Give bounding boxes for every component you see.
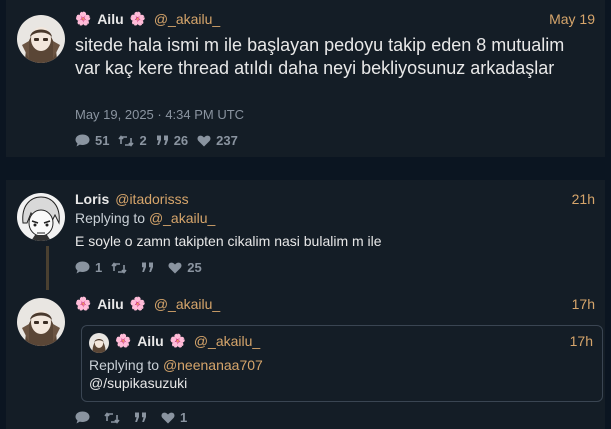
tweet-stats: 51 2 26 237 [75, 133, 247, 148]
reply-stat[interactable]: 1 [75, 260, 102, 275]
retweet-stat[interactable] [104, 411, 125, 424]
tweet-header: Loris @itadorisss [75, 191, 189, 207]
like-count: 237 [216, 133, 238, 148]
quote-icon [135, 412, 146, 422]
quote-stat[interactable] [134, 412, 152, 423]
retweet-icon [118, 134, 135, 147]
replying-to: Replying to @neenanaa707 [89, 357, 263, 373]
user-handle[interactable]: @_akailu_ [154, 296, 220, 312]
tweet-header: 🌸 Ailu 🌸 @_akailu_ [75, 296, 220, 312]
flower-emoji: 🌸 [169, 333, 186, 348]
quoted-header: 🌸 Ailu 🌸 @_akailu_ [115, 333, 260, 349]
tweet-date[interactable]: 17h [570, 333, 593, 349]
avatar[interactable] [17, 15, 65, 63]
avatar-illustration [17, 15, 65, 63]
reply-stat[interactable]: 51 [75, 133, 109, 148]
tweet-header: 🌸 Ailu 🌸 @_akailu_ [75, 11, 220, 27]
quoted-text: @/supikasuzuki [89, 375, 188, 391]
avatar-illustration [89, 333, 109, 353]
like-stat[interactable]: 1 [161, 410, 187, 425]
heart-icon [168, 262, 182, 273]
tweet-text: sitede hala ismi m ile başlayan pedoyu t… [75, 35, 565, 78]
retweet-icon [111, 261, 127, 274]
replying-to-label: Replying to [75, 210, 146, 226]
heart-icon [197, 135, 211, 146]
user-handle[interactable]: @_akailu_ [194, 333, 260, 349]
user-handle[interactable]: @itadorisss [115, 191, 188, 207]
replying-to: Replying to @_akailu_ [75, 210, 215, 226]
retweet-stat[interactable] [111, 261, 132, 274]
flower-emoji: 🌸 [129, 296, 146, 311]
tweet-date[interactable]: 21h [572, 191, 595, 207]
tweet-stats: 1 [75, 410, 196, 425]
like-count: 25 [187, 260, 202, 275]
tweet-date[interactable]: May 19 [549, 11, 595, 27]
flower-emoji: 🌸 [75, 296, 92, 311]
display-name[interactable]: Ailu [97, 11, 123, 27]
reply-count: 1 [95, 260, 103, 275]
retweet-icon [104, 411, 120, 424]
retweet-stat[interactable]: 2 [118, 133, 147, 148]
like-stat[interactable]: 25 [168, 260, 202, 275]
flower-emoji: 🌸 [115, 333, 132, 348]
comment-icon [75, 261, 90, 274]
display-name[interactable]: Ailu [137, 333, 163, 349]
comment-icon [75, 411, 90, 424]
avatar[interactable] [17, 193, 65, 241]
replying-to-label: Replying to [89, 357, 160, 373]
tweet-timestamp[interactable]: May 19, 2025 · 4:34 PM UTC [75, 107, 244, 122]
quoted-tweet[interactable]: 🌸 Ailu 🌸 @_akailu_ 17h Replying to @neen… [81, 325, 603, 402]
tweet-date[interactable]: 17h [572, 296, 595, 312]
retweet-count: 2 [139, 133, 147, 148]
avatar-illustration [17, 298, 65, 346]
heart-icon [161, 412, 175, 423]
display-name[interactable]: Ailu [97, 296, 123, 312]
quote-icon [142, 262, 154, 272]
main-tweet-card: 🌸 Ailu 🌸 @_akailu_ May 19 sitede hala is… [6, 0, 605, 157]
quote-count: 26 [173, 133, 189, 148]
quote-icon [156, 135, 168, 145]
reply-stat[interactable] [75, 411, 95, 424]
like-count: 1 [180, 410, 188, 425]
thread-connector [46, 246, 49, 290]
display-name[interactable]: Loris [75, 191, 109, 207]
flower-emoji: 🌸 [129, 11, 146, 26]
avatar[interactable] [17, 298, 65, 346]
replying-to-handle[interactable]: @_akailu_ [149, 210, 215, 226]
tweet-text: E soyle o zamn takipten cikalim nasi bul… [75, 233, 382, 249]
like-stat[interactable]: 237 [197, 133, 238, 148]
quote-stat[interactable] [141, 262, 159, 273]
user-handle[interactable]: @_akailu_ [154, 11, 220, 27]
flower-emoji: 🌸 [75, 11, 92, 26]
comment-icon [75, 134, 90, 147]
avatar [89, 333, 109, 353]
tweet-stats: 1 25 [75, 260, 211, 275]
quote-stat[interactable]: 26 [156, 133, 188, 148]
avatar-illustration [17, 193, 65, 241]
reply-count: 51 [95, 133, 110, 148]
replying-to-handle[interactable]: @neenanaa707 [163, 357, 263, 373]
thread-card: Loris @itadorisss 21h Replying to @_akai… [6, 180, 605, 429]
